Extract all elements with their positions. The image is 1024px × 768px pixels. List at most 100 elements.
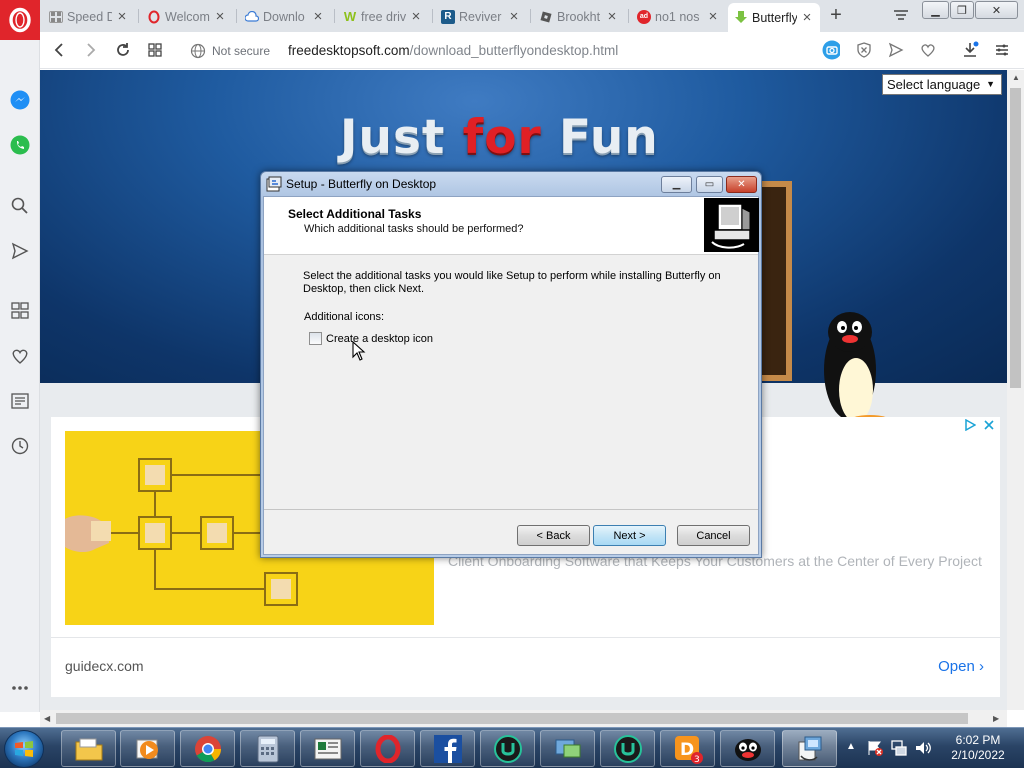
clock[interactable]: 6:02 PM 2/10/2022 [938,733,1018,763]
desktop-icon-checkbox[interactable]: Create a desktop icon [309,332,433,345]
back-button[interactable] [48,39,70,61]
opera-icon [147,10,161,24]
sidebar-item-bookmarks[interactable] [8,344,32,368]
tab-brookhaven[interactable]: Brookht × [533,3,625,30]
taskbar-pingu[interactable] [720,730,775,767]
sidebar-item-speed-dial[interactable] [8,299,32,323]
scroll-right-icon[interactable]: ▶ [993,714,999,723]
reload-icon [117,43,129,56]
checkbox-box[interactable] [309,332,322,345]
sidebar-item-history[interactable] [8,434,32,458]
taskbar-news-app[interactable] [300,730,355,767]
close-icon[interactable]: × [115,8,129,25]
checkbox-label[interactable]: Create a desktop icon [326,333,433,345]
close-icon[interactable] [984,420,994,430]
tab-menu-button[interactable] [892,6,910,24]
dialog-titlebar[interactable]: Setup - Butterfly on Desktop ▁ ▭ ✕ [261,172,761,196]
close-window-button[interactable]: ✕ [975,1,1018,19]
volume-icon[interactable] [914,739,932,757]
tab-free-driver[interactable]: W free driv × [337,3,429,30]
tab-reviver[interactable]: R Reviver × [435,3,527,30]
sidebar-item-messenger[interactable] [8,88,32,112]
scroll-up-icon[interactable]: ▲ [1012,73,1020,82]
vertical-scrollbar[interactable]: ▲ [1007,70,1024,710]
installer-icon [266,176,282,192]
send-icon [11,242,29,260]
dialog-close-button[interactable]: ✕ [726,176,757,193]
action-center-flag-icon[interactable] [866,739,884,757]
network-icon [555,739,580,757]
bookmark-button[interactable] [919,41,937,59]
sidebar-item-news[interactable] [8,389,32,413]
dialog-minimize-button[interactable]: ▁ [661,176,692,193]
close-icon[interactable]: × [605,8,619,25]
taskbar-setup-active[interactable] [782,730,837,767]
downloads-button[interactable] [961,41,979,59]
horizontal-scrollbar[interactable]: ◀ ▶ [40,710,1007,727]
back-button[interactable]: < Back [517,525,590,546]
taskbar-d-app[interactable]: D3 [660,730,715,767]
tab-butterfly[interactable]: Butterfly × [728,3,820,32]
start-button[interactable] [4,730,44,768]
w-icon: W [343,9,357,24]
adchoices-icon[interactable] [964,419,976,431]
vertical-scroll-thumb[interactable] [1010,88,1021,388]
horizontal-scroll-thumb[interactable] [56,713,968,724]
sidebar-item-flow[interactable] [8,239,32,263]
sidebar-item-whatsapp[interactable] [8,133,32,157]
ad-open-button[interactable]: Open › [938,658,984,675]
ad-icon: ad [637,9,651,24]
taskbar-ublock-2[interactable] [600,730,655,767]
next-button[interactable]: Next > [593,525,666,546]
close-icon[interactable]: × [507,8,521,25]
taskbar-facebook[interactable] [420,730,475,767]
snapshot-button[interactable] [822,40,840,60]
tab-download[interactable]: Downlo × [239,3,331,30]
forward-button[interactable] [80,39,102,61]
close-icon[interactable]: × [409,8,423,25]
close-icon[interactable]: × [213,8,227,25]
u-logo-icon [493,734,522,763]
restore-window-button[interactable]: ❐ [950,1,974,19]
tab-divider [628,9,629,23]
tab-speed-dial[interactable]: Speed D × [43,3,135,30]
sidebar-more-button[interactable] [8,676,32,700]
tab-welcome[interactable]: Welcom × [141,3,233,30]
sidebar-item-search[interactable] [8,194,32,218]
taskbar-ublock-1[interactable] [480,730,535,767]
taskbar-explorer[interactable] [61,730,116,767]
minimize-window-button[interactable]: ▁ [922,1,949,19]
scroll-left-icon[interactable]: ◀ [44,714,50,723]
opera-menu-button[interactable] [0,0,40,40]
dialog-maximize-button[interactable]: ▭ [696,176,723,193]
easy-setup-button[interactable] [993,41,1011,59]
tab-no1-nos[interactable]: ad no1 nos × [631,3,726,30]
close-icon[interactable]: × [311,8,325,25]
camera-icon [822,40,840,60]
cloud-icon [245,10,259,24]
taskbar-network-app[interactable] [540,730,595,767]
close-icon[interactable]: × [706,8,720,25]
speed-dial-button[interactable] [144,39,166,61]
ad-domain[interactable]: guidecx.com [65,658,144,674]
facebook-icon [433,734,462,763]
tab-divider [236,9,237,23]
new-tab-button[interactable]: + [826,4,846,28]
security-status[interactable]: Not secure [212,44,270,58]
send-button[interactable] [887,41,905,59]
clock-icon [11,437,29,455]
language-select[interactable]: Select language ▼ [882,74,1002,95]
reload-button[interactable] [112,39,134,61]
show-hidden-icons-button[interactable]: ▲ [846,741,856,752]
network-tray-icon[interactable] [890,739,908,757]
url-field[interactable]: Not secure freedesktopsoft.com/download_… [190,37,820,64]
close-icon[interactable]: × [800,9,814,26]
taskbar-opera[interactable] [360,730,415,767]
taskbar-media-player[interactable] [120,730,175,767]
additional-icons-label: Additional icons: [304,311,385,323]
taskbar-calculator[interactable] [240,730,295,767]
tab-title: Butterfly [752,10,797,25]
adblock-button[interactable] [855,41,873,59]
taskbar-chrome[interactable] [180,730,235,767]
cancel-button[interactable]: Cancel [677,525,750,546]
